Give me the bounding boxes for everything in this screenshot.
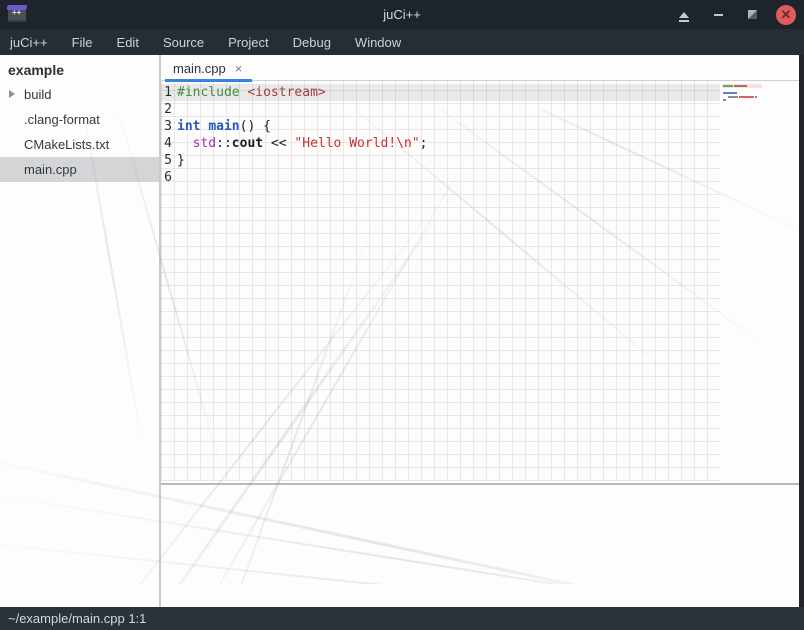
content-area: example build .clang-format CMakeLists.t… bbox=[0, 55, 804, 607]
code-line[interactable]: 6 bbox=[161, 169, 720, 186]
menu-juci[interactable]: juCi++ bbox=[0, 31, 60, 54]
code-lines[interactable]: 1#include <iostream>23int main() {4 std:… bbox=[161, 84, 720, 186]
statusbar: ~/example/main.cpp 1:1 bbox=[0, 607, 804, 630]
output-pane[interactable] bbox=[161, 485, 804, 607]
maximize-icon bbox=[748, 10, 757, 19]
code-editor[interactable]: 1#include <iostream>23int main() {4 std:… bbox=[161, 81, 804, 483]
menu-source[interactable]: Source bbox=[151, 31, 216, 54]
tab-close-icon[interactable]: × bbox=[235, 62, 243, 75]
tree-item-clang-format[interactable]: .clang-format bbox=[0, 107, 159, 132]
minus-icon bbox=[714, 14, 723, 16]
line-number: 6 bbox=[161, 169, 172, 186]
tree-item-label: build bbox=[24, 87, 51, 102]
code-line[interactable]: 3int main() { bbox=[161, 118, 720, 135]
line-number: 1 bbox=[161, 84, 172, 101]
maximize-button[interactable] bbox=[742, 5, 762, 25]
tree-item-cmakelists[interactable]: CMakeLists.txt bbox=[0, 132, 159, 157]
menubar: juCi++ File Edit Source Project Debug Wi… bbox=[0, 29, 804, 55]
close-button[interactable]: ✕ bbox=[776, 5, 796, 25]
menu-edit[interactable]: Edit bbox=[105, 31, 151, 54]
menu-window[interactable]: Window bbox=[343, 31, 413, 54]
cursor-location-text: ~/example/main.cpp 1:1 bbox=[8, 611, 146, 626]
right-scrollbar[interactable] bbox=[799, 55, 804, 607]
tab-label: main.cpp bbox=[173, 61, 226, 76]
code-line[interactable]: 5} bbox=[161, 152, 720, 169]
pane-splitter[interactable] bbox=[161, 483, 804, 485]
menu-debug[interactable]: Debug bbox=[281, 31, 343, 54]
tree-item-build[interactable]: build bbox=[0, 82, 159, 107]
project-name: example bbox=[0, 55, 159, 82]
line-number: 4 bbox=[161, 135, 172, 152]
tree-item-label: CMakeLists.txt bbox=[24, 137, 109, 152]
code-line[interactable]: 4 std::cout << "Hello World!\n"; bbox=[161, 135, 720, 152]
menu-file[interactable]: File bbox=[60, 31, 105, 54]
tabstrip: main.cpp × bbox=[161, 55, 804, 81]
code-line[interactable]: 2 bbox=[161, 101, 720, 118]
app-window: juCi++ ✕ juCi++ File Edit Source Project… bbox=[0, 0, 804, 630]
editor-column: main.cpp × 1#include <iostream>23int mai… bbox=[161, 55, 804, 607]
line-number: 3 bbox=[161, 118, 172, 135]
tree-item-label: .clang-format bbox=[24, 112, 100, 127]
minimap[interactable] bbox=[723, 85, 767, 107]
line-number: 5 bbox=[161, 152, 172, 169]
chevron-right-icon[interactable] bbox=[9, 90, 15, 98]
menu-project[interactable]: Project bbox=[216, 31, 280, 54]
minimize-button[interactable] bbox=[708, 5, 728, 25]
eject-icon bbox=[679, 12, 689, 18]
tree-item-label: main.cpp bbox=[24, 162, 77, 177]
tab-main-cpp[interactable]: main.cpp × bbox=[165, 55, 252, 81]
code-line[interactable]: 1#include <iostream> bbox=[161, 84, 720, 101]
titlebar[interactable]: juCi++ ✕ bbox=[0, 0, 804, 29]
tree-item-main-cpp[interactable]: main.cpp bbox=[0, 157, 159, 182]
window-controls: ✕ bbox=[674, 5, 804, 25]
close-icon: ✕ bbox=[776, 5, 796, 25]
file-tree: example build .clang-format CMakeLists.t… bbox=[0, 55, 161, 607]
shade-button[interactable] bbox=[674, 5, 694, 25]
juci-logo-icon bbox=[8, 8, 26, 22]
line-number: 2 bbox=[161, 101, 172, 118]
